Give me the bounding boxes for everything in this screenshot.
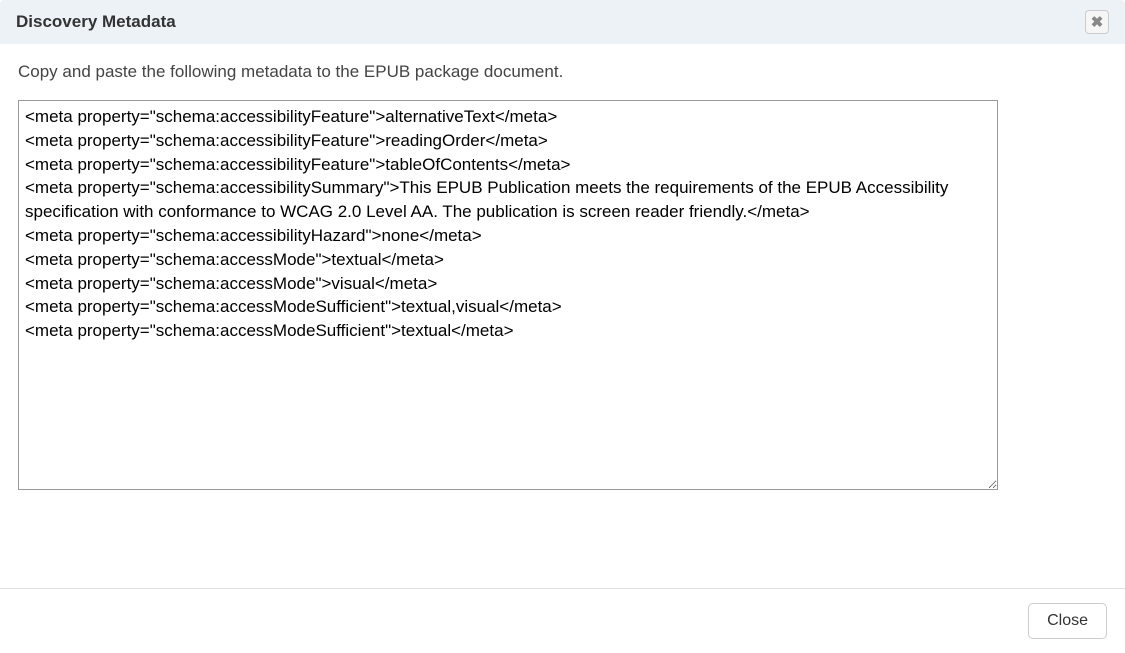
close-icon-button[interactable]: ✖ — [1085, 10, 1109, 34]
dialog-header: Discovery Metadata ✖ — [0, 0, 1125, 44]
dialog-body: Copy and paste the following metadata to… — [0, 44, 1125, 588]
metadata-textarea[interactable] — [18, 100, 998, 490]
dialog-discovery-metadata: Discovery Metadata ✖ Copy and paste the … — [0, 0, 1125, 653]
instruction-text: Copy and paste the following metadata to… — [18, 62, 1107, 82]
close-icon: ✖ — [1091, 13, 1104, 31]
dialog-title: Discovery Metadata — [16, 12, 176, 32]
dialog-footer: Close — [0, 588, 1125, 653]
close-button[interactable]: Close — [1028, 603, 1107, 639]
